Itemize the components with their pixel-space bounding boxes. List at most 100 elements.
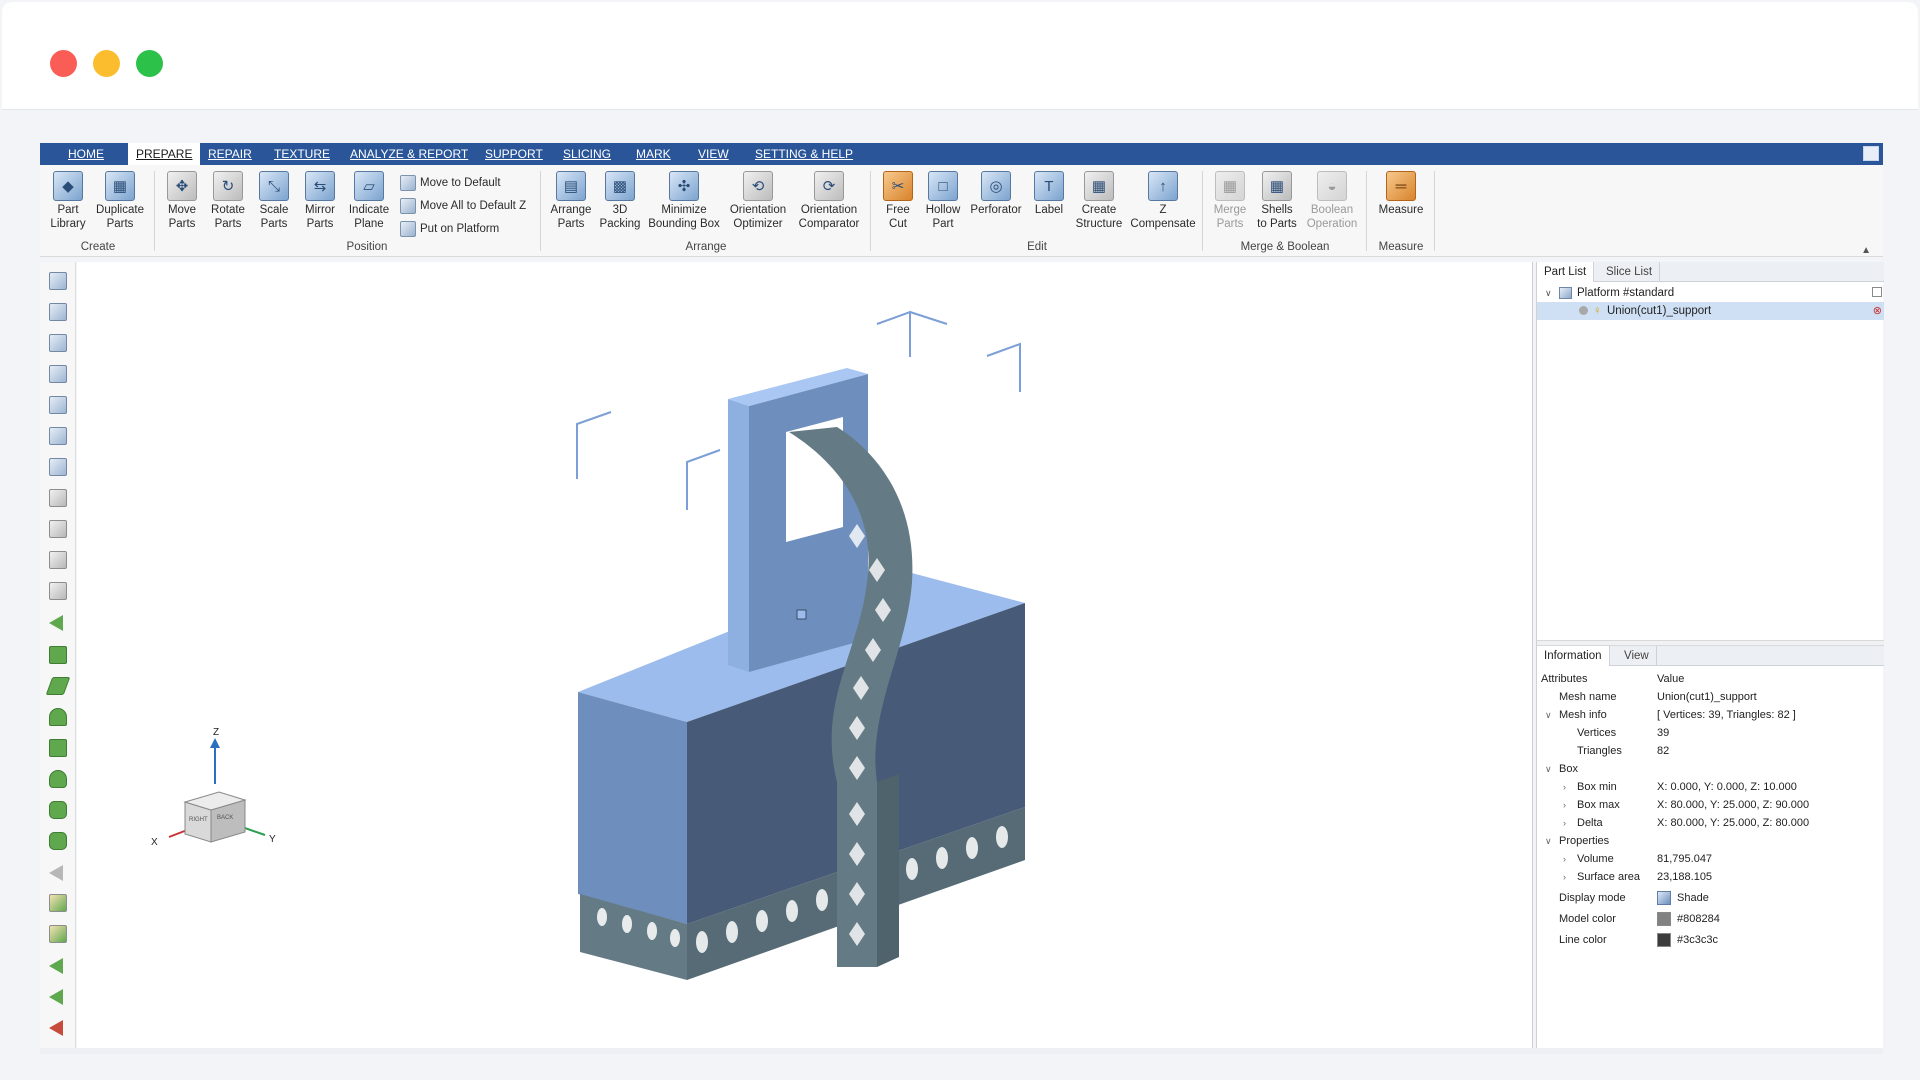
chevron-down-icon[interactable]: ∨ — [1545, 284, 1552, 302]
menu-bar: HOME PREPARE REPAIR TEXTURE ANALYZE & RE… — [40, 143, 1883, 165]
tab-analyze-report[interactable]: ANALYZE & REPORT — [342, 143, 476, 165]
prop-volume[interactable]: › Volume 81,795.047 — [1537, 850, 1884, 868]
select-polygon-icon[interactable] — [49, 801, 67, 819]
view-front-icon[interactable] — [49, 303, 67, 321]
chevron-down-icon[interactable]: ∨ — [1545, 706, 1552, 724]
prop-box-min[interactable]: › Box min X: 0.000, Y: 0.000, Z: 10.000 — [1537, 778, 1884, 796]
unselect-icon[interactable] — [49, 865, 63, 881]
perforator-button[interactable]: ◎ Perforator — [968, 171, 1024, 217]
delete-selection-icon[interactable] — [49, 1020, 63, 1036]
minimize-bounding-box-icon: ✣ — [669, 171, 699, 201]
prop-properties[interactable]: ∨ Properties — [1537, 832, 1884, 850]
select-connected-icon[interactable] — [49, 832, 67, 850]
rotate-parts-button[interactable]: ↻ Rotate Parts — [208, 171, 248, 231]
prop-model-color[interactable]: Model color #808284 — [1537, 909, 1884, 929]
z-compensate-button[interactable]: ↑ Z Compensate — [1130, 171, 1196, 231]
tab-texture[interactable]: TEXTURE — [266, 143, 338, 165]
part-library-button[interactable]: ◆ Part Library — [48, 171, 88, 231]
shrink-selection-icon[interactable] — [49, 989, 63, 1005]
prop-surface-area[interactable]: › Surface area 23,188.105 — [1537, 868, 1884, 886]
zoom-icon[interactable] — [49, 582, 67, 600]
chevron-right-icon[interactable]: › — [1563, 850, 1566, 868]
minimize-window-button[interactable] — [93, 50, 120, 77]
3d-packing-button[interactable]: ▩ 3D Packing — [598, 171, 642, 231]
tab-mark[interactable]: MARK — [628, 143, 679, 165]
tab-home[interactable]: HOME — [60, 143, 112, 165]
tree-item-platform[interactable]: ∨ Platform #standard — [1537, 284, 1884, 302]
view-bottom-icon[interactable] — [49, 458, 67, 476]
orientation-comparator-button[interactable]: ⟳ Orientation Comparator — [794, 171, 864, 231]
mark-triangles-icon[interactable] — [49, 894, 67, 912]
tab-prepare[interactable]: PREPARE — [128, 143, 201, 165]
move-parts-button[interactable]: ✥ Move Parts — [162, 171, 202, 231]
indicate-plane-button[interactable]: ▱ Indicate Plane — [346, 171, 392, 231]
tab-view[interactable]: VIEW — [690, 143, 737, 165]
select-triangle-icon[interactable] — [49, 615, 63, 631]
move-to-default-button[interactable]: Move to Default — [400, 174, 501, 192]
tree-item-part[interactable]: ♀ Union(cut1)_support ⊗ — [1537, 302, 1884, 320]
close-window-button[interactable] — [50, 50, 77, 77]
label-button[interactable]: T Label — [1030, 171, 1068, 217]
prop-box[interactable]: ∨ Box — [1537, 760, 1884, 778]
prop-line-color[interactable]: Line color #3c3c3c — [1537, 930, 1884, 950]
zoom-fit-icon[interactable] — [49, 489, 67, 507]
put-on-platform-button[interactable]: Put on Platform — [400, 220, 499, 238]
3d-viewport[interactable]: Z X Y RIGHT BACK — [77, 262, 1533, 1048]
prop-mesh-info[interactable]: ∨ Mesh info [ Vertices: 39, Triangles: 8… — [1537, 706, 1884, 724]
select-brush-icon[interactable] — [49, 770, 67, 788]
tab-information[interactable]: Information — [1537, 646, 1610, 666]
minimize-bounding-box-button[interactable]: ✣ Minimize Bounding Box — [646, 171, 722, 231]
orientation-optimizer-button[interactable]: ⟲ Orientation Optimizer — [726, 171, 790, 231]
mark-shell-icon[interactable] — [49, 925, 67, 943]
tab-support[interactable]: SUPPORT — [477, 143, 551, 165]
merge-parts-button[interactable]: ▦ Merge Parts — [1210, 171, 1250, 231]
tab-slice-list[interactable]: Slice List — [1599, 262, 1661, 282]
tab-setting-help[interactable]: SETTING & HELP — [747, 143, 861, 165]
select-surface-icon[interactable] — [49, 646, 67, 664]
view-back-icon[interactable] — [49, 334, 67, 352]
collapse-ribbon-icon[interactable]: ▲ — [1861, 245, 1871, 256]
visibility-dot-icon[interactable] — [1579, 306, 1588, 315]
remove-part-icon[interactable]: ⊗ — [1873, 302, 1882, 320]
expand-selection-icon[interactable] — [49, 958, 63, 974]
move-all-default-z-button[interactable]: Move All to Default Z — [400, 197, 526, 215]
view-right-icon[interactable] — [49, 396, 67, 414]
chevron-right-icon[interactable]: › — [1563, 868, 1566, 886]
platform-options-icon[interactable] — [1872, 287, 1882, 297]
model-color-swatch[interactable] — [1657, 912, 1671, 927]
chevron-down-icon[interactable]: ∨ — [1545, 760, 1552, 778]
prop-box-max[interactable]: › Box max X: 80.000, Y: 25.000, Z: 90.00… — [1537, 796, 1884, 814]
view-top-icon[interactable] — [49, 427, 67, 445]
select-plane-icon[interactable] — [45, 677, 71, 695]
create-structure-button[interactable]: ▦ Create Structure — [1074, 171, 1124, 231]
duplicate-parts-button[interactable]: ▦ Duplicate Parts — [92, 171, 148, 231]
view-left-icon[interactable] — [49, 365, 67, 383]
chevron-right-icon[interactable]: › — [1563, 778, 1566, 796]
window-options-icon[interactable] — [1863, 146, 1879, 161]
boolean-operation-button[interactable]: ◒ Boolean Operation — [1304, 171, 1360, 231]
lightbulb-icon[interactable]: ♀ — [1593, 302, 1602, 320]
mirror-parts-button[interactable]: ⇆ Mirror Parts — [300, 171, 340, 231]
arrange-parts-button[interactable]: ▤ Arrange Parts — [548, 171, 594, 231]
scale-parts-button[interactable]: ⤡ Scale Parts — [254, 171, 294, 231]
view-iso-icon[interactable] — [49, 272, 67, 290]
tab-repair[interactable]: REPAIR — [200, 143, 260, 165]
shells-to-parts-button[interactable]: ▦ Shells to Parts — [1254, 171, 1300, 231]
select-box-icon[interactable] — [49, 739, 67, 757]
measure-button[interactable]: ═ Measure — [1374, 171, 1428, 217]
line-color-swatch[interactable] — [1657, 933, 1671, 948]
hollow-part-button[interactable]: □ Hollow Part — [922, 171, 964, 231]
chevron-right-icon[interactable]: › — [1563, 796, 1566, 814]
zoom-selected-icon[interactable] — [49, 520, 67, 538]
chevron-down-icon[interactable]: ∨ — [1545, 832, 1552, 850]
prop-delta[interactable]: › Delta X: 80.000, Y: 25.000, Z: 80.000 — [1537, 814, 1884, 832]
tab-view-info[interactable]: View — [1617, 646, 1657, 666]
chevron-right-icon[interactable]: › — [1563, 814, 1566, 832]
tab-part-list[interactable]: Part List — [1537, 262, 1595, 282]
prop-display-mode[interactable]: Display mode Shade — [1537, 888, 1884, 908]
select-shell-icon[interactable] — [49, 708, 67, 726]
free-cut-button[interactable]: ✂ Free Cut — [878, 171, 918, 231]
maximize-window-button[interactable] — [136, 50, 163, 77]
zoom-window-icon[interactable] — [49, 551, 67, 569]
tab-slicing[interactable]: SLICING — [555, 143, 619, 165]
